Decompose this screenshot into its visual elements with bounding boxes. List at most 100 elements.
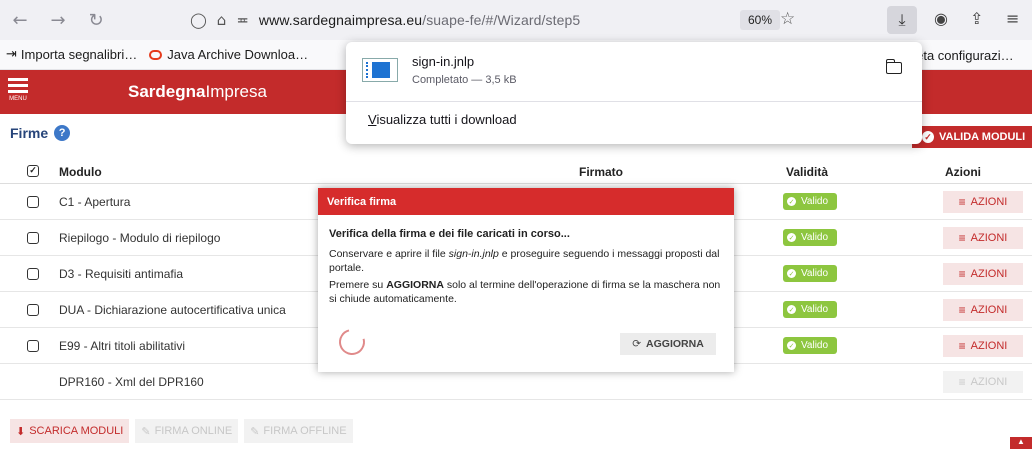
azioni-label: AZIONI — [970, 340, 1008, 352]
menu-icon[interactable]: ≡ — [1006, 9, 1019, 28]
menu-label: MENU — [9, 96, 27, 102]
lock-icon[interactable]: ⌂ — [217, 11, 227, 29]
select-all-checkbox[interactable]: ✓ — [27, 165, 39, 177]
status-badge: ✓ Valido — [783, 265, 837, 282]
badge-label: Valido — [801, 232, 829, 243]
azioni-label: AZIONI — [970, 196, 1008, 208]
help-icon[interactable]: ? — [54, 125, 71, 141]
aggiorna-button[interactable]: ⟳ AGGIORNA — [620, 333, 716, 355]
reload-icon[interactable]: ↻ — [82, 6, 110, 34]
download-icon[interactable]: ⤓ — [887, 6, 917, 34]
check-icon: ✓ — [787, 197, 796, 206]
divider — [346, 101, 922, 102]
azioni-button[interactable]: ≡ AZIONI — [943, 191, 1023, 213]
section-title: Firme ? — [10, 125, 71, 141]
p1-file: sign-in.jnlp — [448, 248, 499, 260]
back-arrow-icon[interactable]: ← — [6, 6, 34, 34]
star-icon[interactable]: ☆ — [780, 9, 795, 29]
file-icon — [362, 58, 398, 82]
extension-icon[interactable]: ◉ — [934, 9, 948, 28]
brand-logo[interactable]: SardegnaImpresa — [128, 82, 267, 102]
firma-offline-button[interactable]: ✎ FIRMA OFFLINE — [244, 419, 353, 443]
show-all-label: isualizza tutti i download — [376, 112, 517, 127]
row-modulo: D3 - Requisiti antimafia — [59, 267, 184, 281]
check-icon: ✓ — [787, 305, 796, 314]
brand-light: Impresa — [205, 82, 267, 101]
address-bar[interactable]: ◯ ⌂ ≖ www.sardegnaimpresa.eu/suape-fe/#/… — [190, 6, 790, 34]
show-all-downloads-link[interactable]: Visualizza tutti i download — [368, 112, 517, 127]
p1-before: Conservare e aprire il file — [329, 248, 449, 260]
header-azioni: Azioni — [945, 165, 981, 179]
folder-icon[interactable] — [885, 59, 902, 74]
download-file-name[interactable]: sign-in.jnlp — [412, 54, 474, 69]
scarica-moduli-button[interactable]: ⬇ SCARICA MODULI — [10, 419, 130, 443]
bookmark-label: Java Archive Downloa… — [167, 47, 309, 62]
bookmark-import[interactable]: ⇥ Importa segnalibri… — [6, 47, 137, 62]
brand-bold: Sardegna — [128, 82, 206, 101]
row-checkbox[interactable] — [27, 304, 39, 316]
aggiorna-label: AGGIORNA — [646, 338, 704, 350]
modal-paragraph-1: Conservare e aprire il file sign-in.jnlp… — [329, 247, 724, 275]
badge-label: Valido — [801, 196, 829, 207]
valida-label: VALIDA MODULI — [939, 131, 1026, 143]
footer-actions: ⬇ SCARICA MODULI ✎ FIRMA ONLINE ✎ FIRMA OFF… — [10, 419, 353, 443]
row-checkbox[interactable] — [27, 268, 39, 280]
check-icon: ✓ — [787, 341, 796, 350]
share-icon[interactable]: ⇪ — [970, 9, 983, 28]
status-badge: ✓ Valido — [783, 337, 837, 354]
hamburger-menu-icon[interactable]: MENU — [8, 78, 28, 102]
list-icon: ≡ — [958, 303, 966, 317]
row-checkbox[interactable] — [27, 232, 39, 244]
row-checkbox[interactable] — [27, 340, 39, 352]
check-icon: ✓ — [787, 233, 796, 242]
row-modulo: E99 - Altri titoli abilitativi — [59, 339, 186, 353]
scroll-top-button[interactable]: ▲ — [1010, 437, 1032, 449]
oracle-ring-icon — [149, 49, 163, 60]
firma-online-button[interactable]: ✎ FIRMA ONLINE — [135, 419, 239, 443]
import-icon: ⇥ — [6, 47, 17, 62]
modal-lead: Verifica della firma e dei file caricati… — [329, 228, 570, 240]
row-checkbox[interactable] — [27, 196, 39, 208]
badge-label: Valido — [801, 340, 829, 351]
valida-moduli-button[interactable]: ✓ VALIDA MODULI — [912, 126, 1032, 148]
shield-icon[interactable]: ◯ — [190, 11, 207, 29]
azioni-button[interactable]: ≡ AZIONI — [943, 263, 1023, 285]
table-header: ✓ Modulo Firmato Validità Azioni — [0, 158, 1032, 184]
status-badge: ✓ Valido — [783, 301, 837, 318]
scarica-label: SCARICA MODULI — [29, 425, 124, 437]
bookmark-java[interactable]: Java Archive Downloa… — [149, 47, 308, 62]
url-host: www.sardegnaimpresa.eu — [258, 12, 423, 28]
list-icon: ≡ — [958, 231, 966, 245]
azioni-label: AZIONI — [970, 376, 1008, 388]
url-text[interactable]: www.sardegnaimpresa.eu/suape-fe/#/Wizard… — [259, 12, 580, 28]
url-path: /suape-fe/#/Wizard/step5 — [422, 12, 581, 28]
row-modulo: Riepilogo - Modulo di riepilogo — [59, 231, 221, 245]
modal-paragraph-2: Premere su AGGIORNA solo al termine dell… — [329, 278, 724, 306]
forward-arrow-icon[interactable]: → — [44, 6, 72, 34]
refresh-icon: ⟳ — [632, 338, 642, 350]
badge-label: Valido — [801, 268, 829, 279]
header-firmato[interactable]: Firmato — [579, 165, 623, 179]
azioni-button[interactable]: ≡ AZIONI — [943, 227, 1023, 249]
permissions-icon[interactable]: ≖ — [236, 11, 249, 29]
loading-spinner-icon — [334, 324, 370, 360]
download-status: Completato — 3,5 kB — [412, 74, 517, 86]
azioni-label: AZIONI — [970, 268, 1008, 280]
list-icon: ≡ — [958, 339, 966, 353]
header-modulo[interactable]: Modulo — [59, 165, 102, 179]
zoom-level[interactable]: 60% — [740, 10, 781, 30]
list-icon: ≡ — [958, 375, 966, 389]
modal-title: Verifica firma — [318, 188, 734, 215]
azioni-button[interactable]: ≡ AZIONI — [943, 371, 1023, 393]
row-modulo: DUA - Dichiarazione autocertificativa un… — [59, 303, 286, 317]
azioni-button[interactable]: ≡ AZIONI — [943, 299, 1023, 321]
bookmark-partial[interactable]: pleta configurazi… — [906, 48, 1014, 63]
firma-online-label: FIRMA ONLINE — [154, 425, 233, 437]
azioni-button[interactable]: ≡ AZIONI — [943, 335, 1023, 357]
badge-label: Valido — [801, 304, 829, 315]
header-validita[interactable]: Validità — [786, 165, 828, 179]
modal-body: Verifica della firma e dei file caricati… — [318, 215, 734, 306]
azioni-label: AZIONI — [970, 304, 1008, 316]
section-title-text: Firme — [10, 125, 49, 141]
azioni-label: AZIONI — [970, 232, 1008, 244]
